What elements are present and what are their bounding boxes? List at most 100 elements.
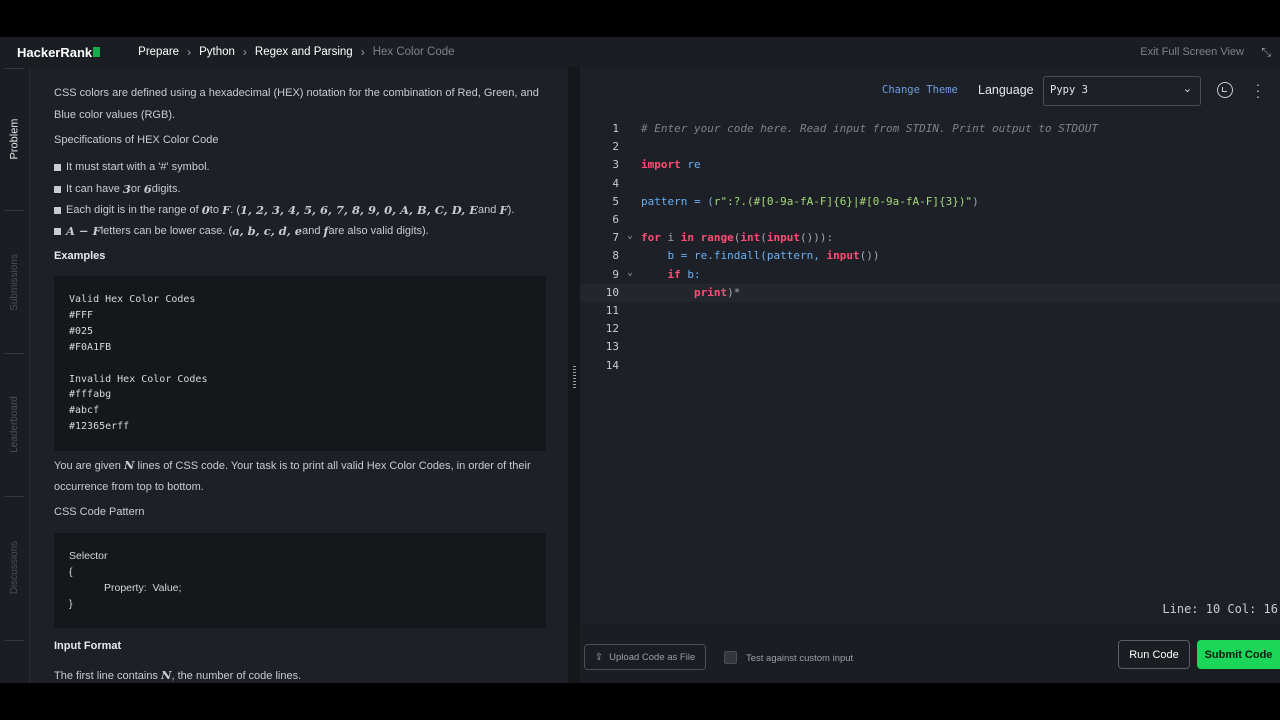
rail-divider — [4, 640, 24, 641]
code-line: 9 ⌄ if b: — [580, 266, 1280, 284]
bullet-square-icon — [54, 185, 61, 193]
tab-problem[interactable]: Problem — [0, 97, 29, 181]
intro-line-1: CSS colors are defined using a hexadecim… — [54, 87, 539, 99]
code-editor-panel: Change Theme Language Pypy 3 ⌄ · · · 1 # En… — [580, 67, 1280, 624]
tab-submissions[interactable]: Submissions — [0, 237, 29, 327]
input-format-line: The first line contains N, the number of… — [54, 665, 301, 683]
rail-divider — [4, 210, 24, 211]
code-token: b: — [680, 267, 701, 281]
line-number: 3 — [612, 158, 619, 172]
math-text: 3 — [122, 182, 131, 196]
line-number: 8 — [612, 249, 619, 263]
change-theme-button[interactable]: Change Theme — [882, 84, 958, 96]
reset-icon[interactable] — [1217, 82, 1233, 98]
language-label: Language — [978, 83, 1034, 97]
bullet-text: ). — [507, 204, 515, 216]
run-code-button[interactable]: Run Code — [1118, 640, 1190, 669]
bullet-item: Each digit is in the range of 0 to F . (1… — [54, 203, 514, 217]
tab-leaderboard[interactable]: Leaderboard — [0, 377, 29, 472]
breadcrumb-python[interactable]: Python — [199, 46, 235, 58]
code-text: pattern = (r":?.(#[0-9a-fA-F]{6}|#[0-9a-… — [641, 195, 979, 208]
custom-input-checkbox[interactable] — [724, 651, 737, 664]
tab-discussions[interactable]: Discussions — [0, 522, 29, 612]
submit-code-button[interactable]: Submit Code — [1197, 640, 1280, 669]
rail-divider — [4, 68, 24, 69]
line-number: 13 — [605, 340, 619, 354]
bullet-text: It can have — [66, 183, 120, 195]
breadcrumb-current: Hex Color Code — [372, 46, 455, 58]
bullet-item: It can have 3 or 6 digits. — [54, 182, 181, 196]
bullet-text: or — [130, 183, 141, 195]
math-text: 0 — [201, 203, 210, 217]
code-line: 5 pattern = (r":?.(#[0-9a-fA-F]{6}|#[0-9a… — [580, 193, 1280, 211]
breadcrumb-prepare[interactable]: Prepare — [138, 46, 179, 58]
cursor-position: Line: 10 Col: 16 — [1162, 602, 1278, 616]
hackerrank-logo[interactable]: HackerRank — [17, 44, 101, 60]
code-line: 4 — [580, 175, 1280, 193]
bullet-text: to — [209, 204, 219, 216]
builtin: int — [740, 231, 761, 245]
fold-chevron-icon[interactable]: ⌄ — [627, 230, 633, 241]
code-line-active: 10 print)* — [580, 283, 1280, 302]
tab-leaderboard-label: Leaderboard — [9, 396, 20, 453]
spec-heading: Specifications of HEX Color Code — [54, 134, 219, 146]
logo-mark-icon — [93, 47, 101, 57]
code-token: )* — [727, 285, 741, 299]
bullet-text: . ( — [230, 204, 240, 216]
math-text: N — [123, 458, 135, 472]
breadcrumb-regex[interactable]: Regex and Parsing — [255, 46, 353, 58]
code-token: (pattern, — [760, 249, 827, 263]
logo-text: HackerRank — [17, 44, 93, 60]
examples-heading: Examples — [54, 250, 106, 262]
upload-file-button[interactable]: ⇪ Upload Code as File — [584, 644, 706, 670]
string-literal: r":?.(#[0-9a-fA-F]{6}|#[0-9a-fA-F]{3})" — [713, 194, 973, 208]
bullet-text: and — [478, 204, 497, 216]
builtin: range — [700, 231, 734, 245]
code-text: b = re.findall(pattern, input()) — [641, 249, 879, 262]
language-select[interactable]: Pypy 3 ⌄ — [1043, 76, 1201, 106]
exit-fullscreen-link[interactable]: Exit Full Screen View — [1140, 46, 1244, 58]
code-token: ())): — [800, 231, 834, 245]
bullet-text: Each digit is in the range of — [66, 204, 199, 216]
drag-handle-icon[interactable] — [573, 366, 576, 388]
more-options-icon[interactable]: · · · — [1255, 77, 1261, 103]
rail-divider — [4, 496, 24, 497]
bullet-item: It must start with a '#' symbol. — [54, 161, 210, 173]
custom-input-label[interactable]: Test against custom input — [746, 653, 853, 664]
upload-label: Upload Code as File — [609, 651, 696, 663]
upload-icon: ⇪ — [594, 651, 604, 663]
code-text: # Enter your code here. Read input from … — [641, 122, 1098, 135]
editor-footer: ⇪ Upload Code as File Test against custom… — [580, 624, 1280, 683]
line-number: 5 — [612, 194, 619, 208]
letterbox-bottom — [0, 683, 1280, 720]
intro-line-2: Blue color values (RGB). — [54, 109, 176, 121]
math-text: F — [499, 203, 508, 217]
code-line: 11 — [580, 302, 1280, 320]
code-text: if b: — [641, 267, 701, 281]
given-line-1: You are given N lines of CSS code. Your … — [54, 455, 531, 478]
code-line: 6 — [580, 211, 1280, 229]
bullet-item: A − F letters can be lower case. (a, b, … — [54, 224, 429, 238]
line-number: 12 — [605, 322, 619, 336]
collapse-icon[interactable]: ⤡ — [1261, 45, 1271, 60]
tab-discussions-label: Discussions — [9, 540, 21, 594]
line-number: 10 — [605, 285, 619, 299]
math-text: N — [161, 668, 172, 682]
math-text: 1, 2, 3, 4, 5, 6, 7, 8, 9, 0, A, B, C, D… — [239, 203, 479, 217]
line-number: 7 — [612, 231, 619, 245]
tab-submissions-label: Submissions — [9, 253, 21, 311]
builtin: print — [641, 285, 728, 299]
input-format-heading: Input Format — [54, 640, 122, 652]
bullet-text: and — [302, 225, 321, 237]
given-line-2: occurrence from top to bottom. — [54, 481, 204, 493]
line-number: 14 — [605, 358, 619, 372]
function-call: findall — [713, 249, 761, 263]
pattern-heading: CSS Code Pattern — [54, 506, 145, 518]
math-text: a, b, c, d, e — [232, 224, 303, 238]
code-token: ()) — [859, 249, 880, 263]
tab-problem-label: Problem — [8, 118, 21, 160]
problem-statement: CSS colors are defined using a hexadecim… — [30, 67, 568, 683]
code-line: 2 — [580, 138, 1280, 156]
fold-chevron-icon[interactable]: ⌄ — [627, 267, 633, 278]
input-text: The first line contains — [54, 670, 161, 682]
